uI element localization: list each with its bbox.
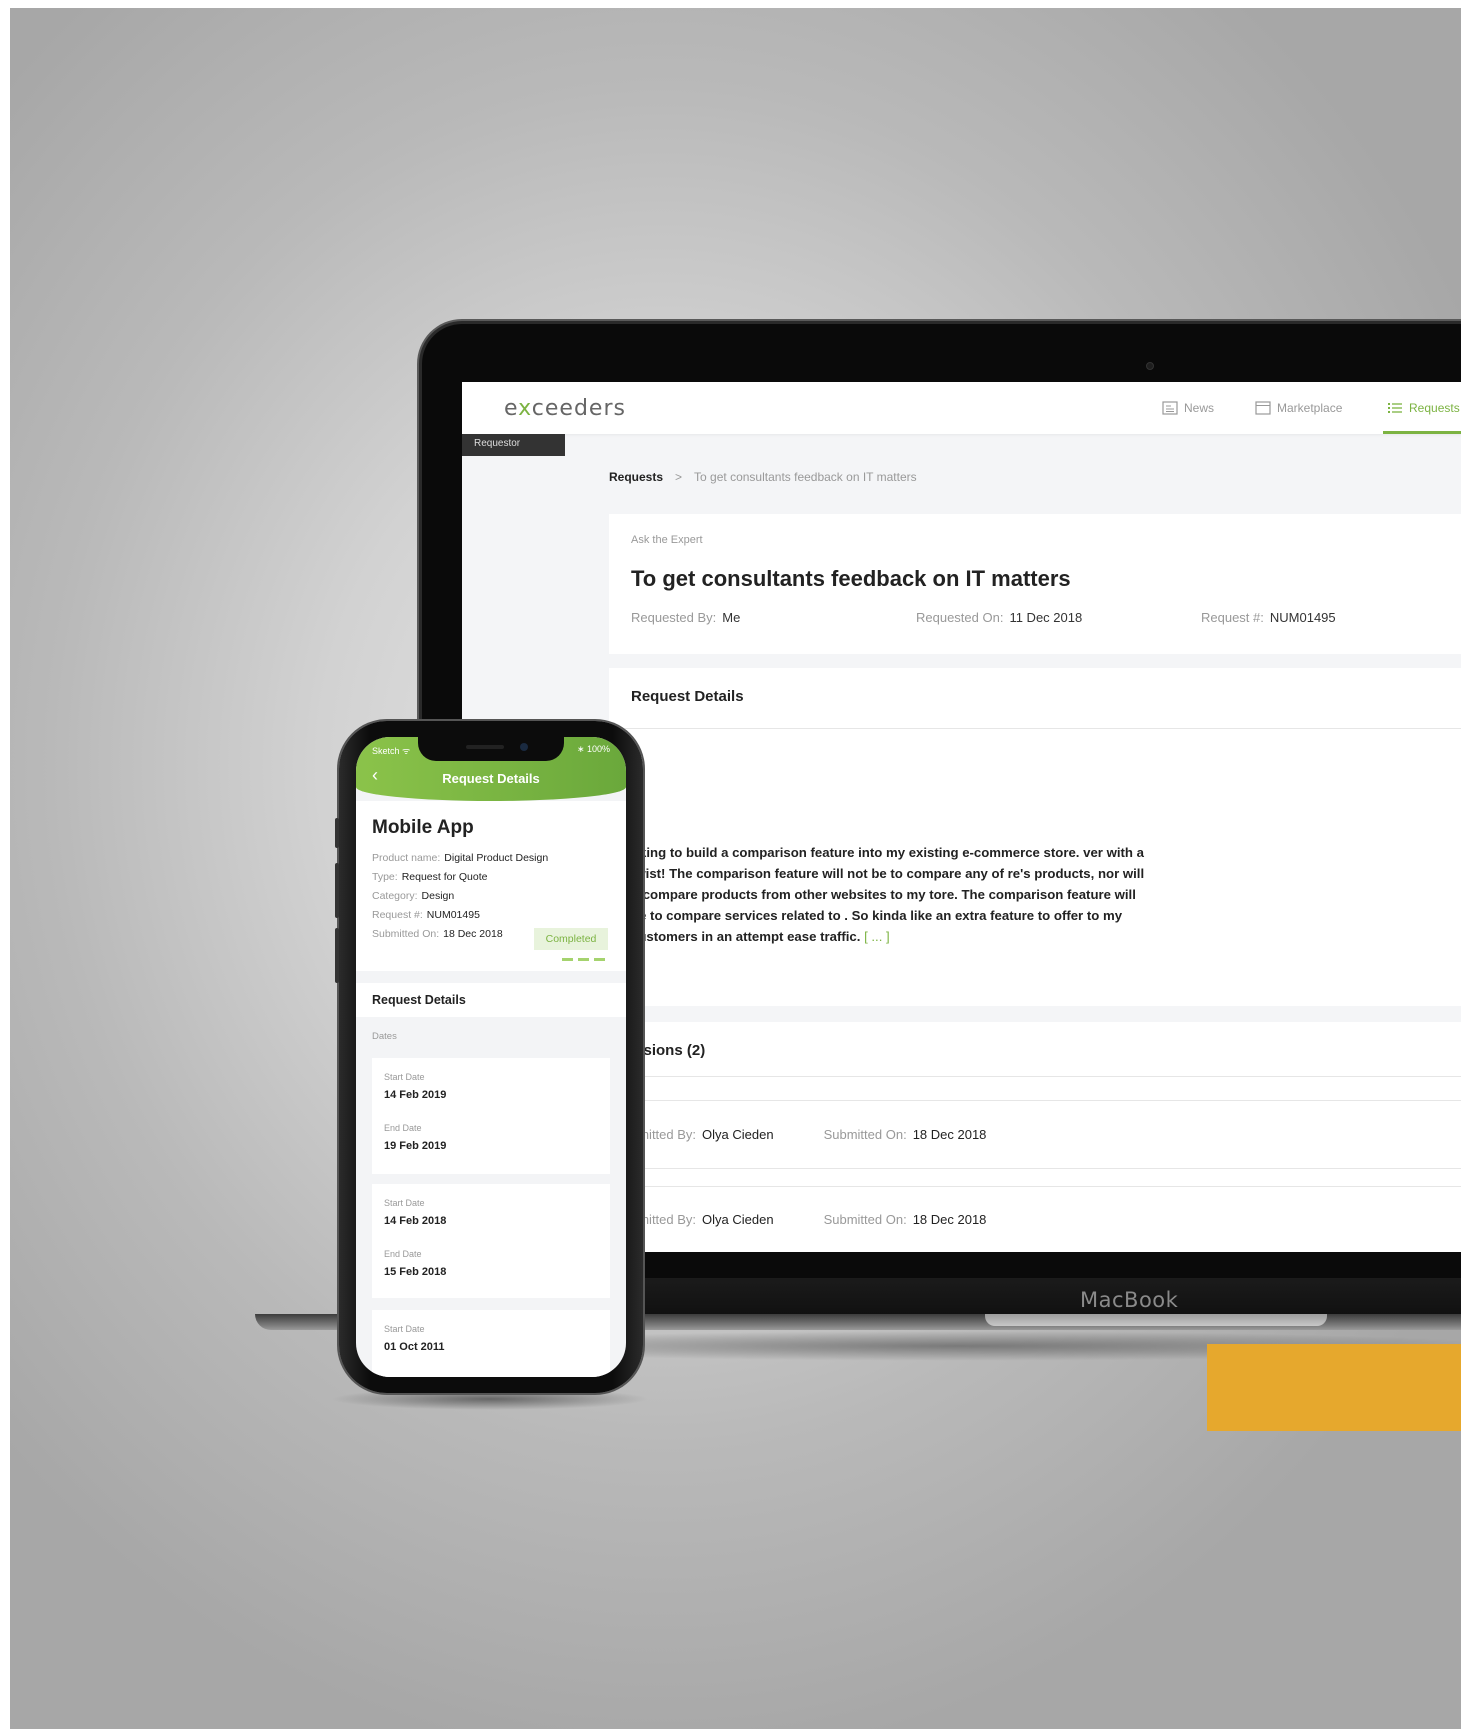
exceeders-logo[interactable]: exceeders (504, 396, 626, 421)
breadcrumb: Requests > To get consultants feedback o… (609, 470, 917, 484)
requested-by: Requested By: Me (631, 610, 741, 625)
submission-row[interactable]: bmitted By: Olya Cieden Submitted On: 18 D… (631, 1212, 986, 1227)
divider (609, 1186, 1461, 1187)
date-range-card: Start Date 01 Oct 2011 (372, 1310, 610, 1377)
phone-side-button (335, 928, 339, 983)
nav-item-news[interactable]: News (1162, 382, 1214, 434)
submission-row[interactable]: bmitted By: Olya Cieden Submitted On: 18 D… (631, 1127, 986, 1142)
breadcrumb-separator: > (675, 470, 683, 484)
phone-notch (418, 737, 564, 761)
phone-header-title: Request Details (442, 771, 540, 786)
request-number: Request #: NUM01495 (1201, 610, 1336, 625)
requested-on: Requested On: 11 Dec 2018 (916, 610, 1083, 625)
category-field: Category: Design (372, 890, 455, 902)
phone-details-section: Request Details (356, 983, 626, 1017)
phone-screen: Sketch ᯤ ∗ 100% ‹ Request Details Mobile… (356, 737, 626, 1377)
phone-request-card: Mobile App Product name: Digital Product … (356, 801, 626, 971)
section-heading: Request Details (631, 688, 744, 705)
webcam-icon (1146, 362, 1154, 370)
top-navigation-bar: exceeders News Marketplace Requests (462, 382, 1461, 434)
section-heading: Request Details (372, 993, 466, 1007)
marketplace-icon (1255, 401, 1271, 415)
laptop-hinge (985, 1314, 1327, 1326)
backdrop: exceeders News Marketplace Requests Requ… (10, 8, 1461, 1729)
list-icon (1387, 401, 1403, 415)
read-more-link[interactable]: [ ... ] (864, 929, 890, 944)
divider (609, 1100, 1461, 1101)
request-number-field: Request #: NUM01495 (372, 909, 480, 921)
divider (609, 728, 1461, 729)
phone-side-button (335, 818, 339, 848)
date-range-card: Start Date 14 Feb 2018 End Date 15 Feb 2… (372, 1184, 610, 1298)
status-bar-left: Sketch ᯤ (372, 746, 411, 756)
news-icon (1162, 401, 1178, 415)
nav-label-news: News (1184, 401, 1215, 415)
breadcrumb-requests-link[interactable]: Requests (609, 470, 663, 484)
status-badge: Completed (534, 928, 608, 950)
speaker-icon (466, 745, 504, 749)
battery-icon: ∗ 100% (576, 744, 610, 754)
phone-request-title: Mobile App (372, 817, 474, 838)
nav-item-requests[interactable]: Requests (1383, 382, 1461, 434)
front-camera-icon (520, 743, 528, 751)
request-details-card: Request Details ity oking to build a com… (609, 668, 1461, 1006)
macbook-label: MacBook (1080, 1288, 1179, 1312)
divider (609, 1076, 1461, 1077)
nav-label-requests: Requests (1409, 401, 1460, 415)
divider (609, 1168, 1461, 1169)
type-field: Type: Request for Quote (372, 871, 488, 883)
submissions-card: issions (2) bmitted By: Olya Cieden Submi… (609, 1022, 1461, 1252)
breadcrumb-current: To get consultants feedback on IT matter… (694, 470, 917, 484)
nav-label-marketplace: Marketplace (1277, 401, 1343, 415)
phone-side-button (335, 863, 339, 918)
request-summary-card: Ask the Expert To get consultants feedba… (609, 514, 1461, 654)
role-tag[interactable]: Requestor (462, 434, 565, 456)
dates-label: Dates (372, 1031, 397, 1042)
nav-item-marketplace[interactable]: Marketplace (1255, 382, 1342, 434)
product-name-field: Product name: Digital Product Design (372, 852, 549, 864)
request-category: Ask the Expert (631, 534, 703, 546)
date-range-card: Start Date 14 Feb 2019 End Date 19 Feb 2… (372, 1058, 610, 1174)
request-description: oking to build a comparison feature into… (631, 845, 1145, 944)
accent-block (1207, 1344, 1461, 1431)
page-title: To get consultants feedback on IT matter… (631, 566, 1071, 591)
submitted-on-field: Submitted On: 18 Dec 2018 (372, 928, 503, 940)
pagination-indicator[interactable] (562, 958, 605, 961)
